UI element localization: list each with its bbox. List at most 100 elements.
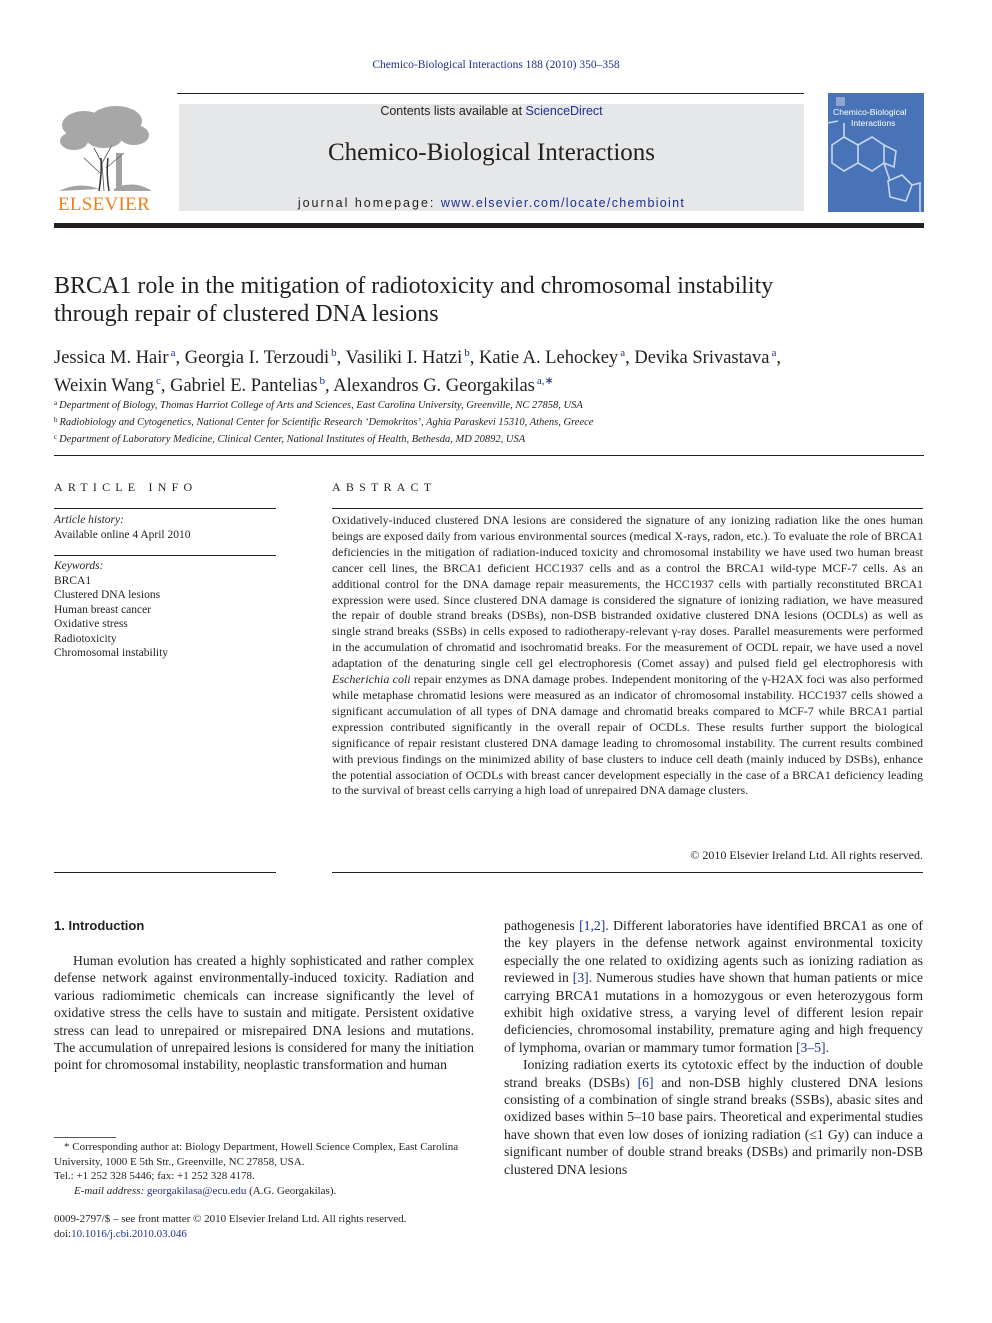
doi-link[interactable]: 10.1016/j.cbi.2010.03.046 bbox=[71, 1228, 187, 1240]
author: Gabriel E. Pantelias b, bbox=[170, 375, 333, 396]
affiliation-text: Department of Biology, Thomas Harriot Co… bbox=[59, 400, 583, 411]
doi-line: doi:10.1016/j.cbi.2010.03.046 bbox=[54, 1227, 494, 1242]
affiliation-marker[interactable]: a,∗ bbox=[537, 375, 554, 387]
article-history-value: Available online 4 April 2010 bbox=[54, 528, 191, 541]
author-separator: , bbox=[175, 348, 185, 368]
contents-prefix: Contents lists available at bbox=[380, 104, 526, 118]
citation-link[interactable]: [3] bbox=[573, 970, 589, 985]
issn-line: 0009-2797/$ – see front matter © 2010 El… bbox=[54, 1213, 407, 1225]
contents-availability: Contents lists available at ScienceDirec… bbox=[179, 104, 804, 118]
author-separator: , bbox=[469, 348, 479, 368]
homepage-label: journal homepage: bbox=[297, 196, 441, 210]
abstract-copyright: © 2010 Elsevier Ireland Ltd. All rights … bbox=[690, 848, 923, 862]
keywords-rule bbox=[54, 555, 276, 556]
affiliation-text: Radiobiology and Cytogenetics, National … bbox=[59, 417, 594, 428]
journal-title: Chemico-Biological Interactions bbox=[328, 139, 655, 166]
author-name: Jessica M. Hair bbox=[54, 348, 169, 368]
doi-label: doi: bbox=[54, 1227, 72, 1240]
abstract-part2: repair enzymes as DNA damage probes. Ind… bbox=[332, 672, 923, 798]
author-name: Weixin Wang bbox=[54, 376, 154, 396]
affiliation-label: a bbox=[54, 399, 58, 407]
article-info-heading: ARTICLE INFO bbox=[54, 480, 198, 494]
author-separator: , bbox=[160, 376, 171, 396]
keyword: Human breast cancer bbox=[54, 603, 152, 616]
keyword: Clustered DNA lesions bbox=[54, 589, 161, 601]
keyword: Radiotoxicity bbox=[54, 632, 117, 645]
keyword: Oxidative stress bbox=[54, 618, 128, 630]
author: Jessica M. Hair a, bbox=[54, 347, 185, 368]
header-rule bbox=[177, 93, 804, 94]
abstract-part1: Oxidatively-induced clustered DNA lesion… bbox=[332, 513, 923, 671]
corresponding-author-note: * Corresponding author at: Biology Depar… bbox=[54, 1141, 459, 1168]
homepage-link[interactable]: www.elsevier.com/locate/chembioint bbox=[441, 196, 685, 210]
email-suffix: (A.G. Georgakilas). bbox=[246, 1184, 337, 1197]
body-left-column: Human evolution has created a highly sop… bbox=[54, 952, 474, 1074]
header-thick-rule bbox=[54, 223, 924, 228]
article-info-bottom-rule bbox=[54, 872, 276, 873]
email-line: E-mail address: georgakilasa@ecu.edu (A.… bbox=[54, 1184, 474, 1199]
journal-cover-image: Chemico-Biological Interactions bbox=[828, 93, 924, 212]
footnote-rule bbox=[54, 1137, 116, 1138]
keywords-label: Keywords: bbox=[54, 560, 104, 572]
citation-link[interactable]: [1,2] bbox=[579, 918, 605, 933]
author-name: Devika Srivastava bbox=[634, 348, 770, 368]
article-info-rule bbox=[54, 508, 276, 509]
affiliation-label: c bbox=[54, 433, 58, 441]
keywords-block: Keywords: BRCA1 Clustered DNA lesions Hu… bbox=[54, 559, 276, 661]
cover-title-line2: Interactions bbox=[851, 118, 896, 128]
abstract-heading: ABSTRACT bbox=[332, 480, 437, 494]
affiliation-list: a Department of Biology, Thomas Harriot C… bbox=[54, 396, 924, 447]
text-run: . bbox=[825, 1039, 830, 1055]
keyword: BRCA1 bbox=[54, 574, 92, 587]
citation-link[interactable]: [6] bbox=[638, 1075, 654, 1090]
footnotes: * Corresponding author at: Biology Depar… bbox=[54, 1140, 474, 1198]
author-name: Vasiliki I. Hatzi bbox=[345, 348, 463, 368]
affiliation-text: Department of Laboratory Medicine, Clini… bbox=[59, 434, 526, 445]
author: Weixin Wang c, bbox=[54, 375, 171, 396]
title-divider bbox=[54, 455, 924, 456]
front-matter: 0009-2797/$ – see front matter © 2010 El… bbox=[54, 1212, 494, 1241]
elsevier-wordmark: ELSEVIER bbox=[57, 194, 151, 215]
article-title-line1: BRCA1 role in the mitigation of radiotox… bbox=[54, 273, 774, 299]
article-title: BRCA1 role in the mitigation of radiotox… bbox=[54, 272, 924, 328]
affiliation-label: b bbox=[54, 416, 58, 424]
ionizing-radiation-paragraph: Ionizing radiation exerts its cytotoxic … bbox=[504, 1056, 923, 1178]
section-heading-introduction: 1. Introduction bbox=[54, 918, 145, 933]
abstract-text: Oxidatively-induced clustered DNA lesion… bbox=[332, 513, 923, 799]
email-label: E-mail address: bbox=[74, 1184, 147, 1197]
abstract-rule bbox=[332, 508, 923, 509]
cover-title-line1: Chemico-Biological bbox=[833, 107, 907, 117]
affiliation-c: c Department of Laboratory Medicine, Clin… bbox=[54, 430, 924, 447]
author: Georgia I. Terzoudi b, bbox=[184, 347, 346, 368]
text-run: pathogenesis bbox=[504, 918, 580, 933]
author-separator: , bbox=[336, 348, 346, 368]
sciencedirect-link[interactable]: ScienceDirect bbox=[526, 104, 603, 118]
author-separator: , bbox=[625, 348, 635, 368]
author-name: Alexandros G. Georgakilas bbox=[333, 376, 535, 396]
journal-reference[interactable]: Chemico-Biological Interactions 188 (201… bbox=[0, 59, 992, 71]
cover-title: Chemico-Biological Interactions bbox=[833, 107, 924, 129]
author-name: Georgia I. Terzoudi bbox=[184, 348, 330, 368]
intro-paragraph-continued: pathogenesis [1,2]. Different laboratori… bbox=[504, 917, 923, 1056]
journal-homepage: journal homepage: www.elsevier.com/locat… bbox=[179, 196, 804, 210]
affiliation-a: a Department of Biology, Thomas Harriot C… bbox=[54, 396, 924, 413]
author-list: Jessica M. Hair a, Georgia I. Terzoudi b, … bbox=[54, 342, 924, 398]
author-name: Katie A. Lehockey bbox=[478, 348, 619, 368]
author: Devika Srivastava a, bbox=[634, 347, 781, 368]
article-history: Article history: Available online 4 Apri… bbox=[54, 513, 276, 542]
intro-paragraph: Human evolution has created a highly sop… bbox=[54, 953, 474, 1073]
abstract-italic: Escherichia coli bbox=[332, 672, 411, 687]
author-separator: , bbox=[776, 348, 781, 368]
keyword: Chromosomal instability bbox=[54, 647, 169, 659]
phone-fax: Tel.: +1 252 328 5446; fax: +1 252 328 4… bbox=[54, 1170, 255, 1182]
email-link[interactable]: georgakilasa@ecu.edu bbox=[147, 1185, 246, 1197]
abstract-bottom-rule bbox=[332, 872, 923, 873]
author: Vasiliki I. Hatzi b, bbox=[345, 347, 479, 368]
article-history-label: Article history: bbox=[54, 514, 124, 526]
author: Katie A. Lehockey a, bbox=[478, 347, 635, 368]
author: Alexandros G. Georgakilas a,∗ bbox=[333, 375, 554, 396]
article-title-line2: through repair of clustered DNA lesions bbox=[54, 301, 439, 327]
author-name: Gabriel E. Pantelias bbox=[170, 376, 318, 396]
citation-link[interactable]: [3–5] bbox=[796, 1040, 826, 1055]
body-right-column: pathogenesis [1,2]. Different laboratori… bbox=[504, 917, 923, 1178]
